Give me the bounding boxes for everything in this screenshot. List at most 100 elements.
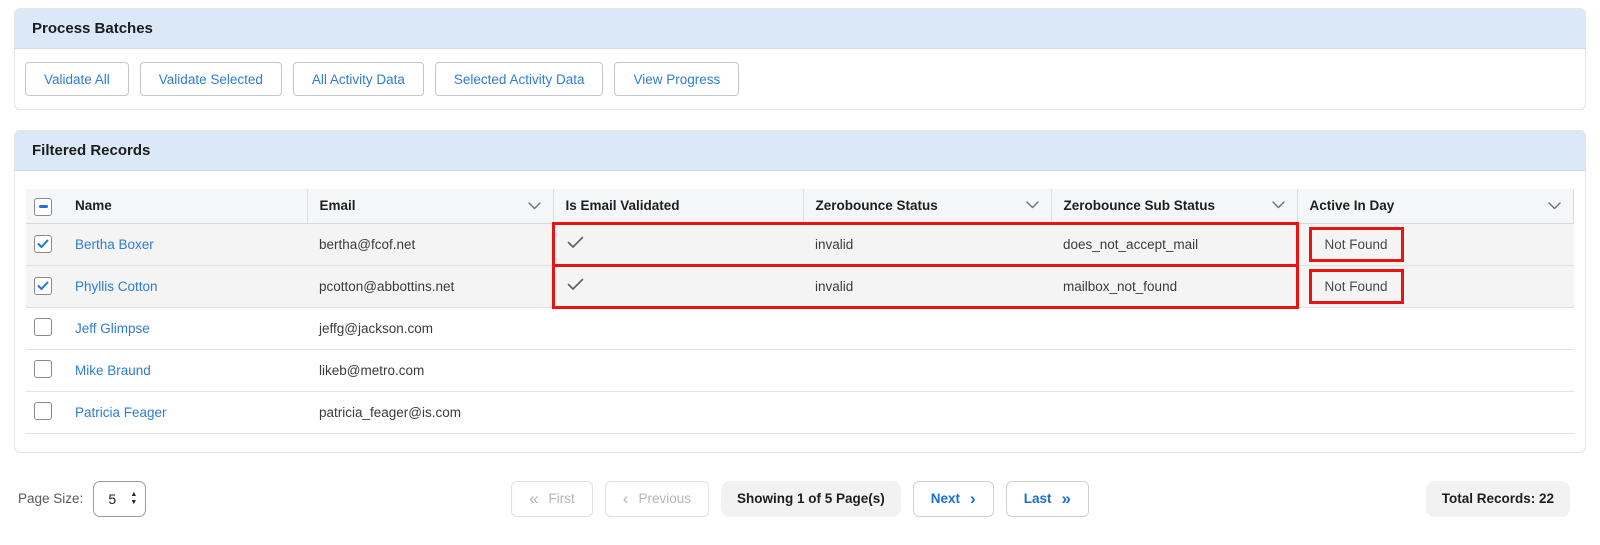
previous-page-button[interactable]: ‹ Previous bbox=[605, 481, 709, 517]
filtered-records-panel: Filtered Records Name Em bbox=[14, 130, 1586, 453]
active-in-day-value: Not Found bbox=[1309, 227, 1404, 262]
page-size-value: 5 bbox=[94, 491, 130, 507]
active-in-day-cell: Not Found bbox=[1297, 223, 1574, 265]
page-size-stepper[interactable]: 5 ▲ ▼ bbox=[93, 481, 146, 517]
name-cell: Mike Braund bbox=[63, 349, 307, 391]
column-label: Name bbox=[75, 198, 112, 213]
column-header-zerobounce-status[interactable]: Zerobounce Status bbox=[803, 189, 1051, 223]
is-email-validated-cell bbox=[553, 349, 803, 391]
records-table: Name Email Is Email Validated Zerobounce… bbox=[26, 189, 1574, 434]
record-name-link[interactable]: Jeff Glimpse bbox=[75, 321, 150, 336]
chevron-down-icon[interactable] bbox=[1026, 201, 1039, 209]
record-name-link[interactable]: Bertha Boxer bbox=[75, 237, 154, 252]
row-checkbox-cell bbox=[26, 349, 63, 391]
row-select-checkbox[interactable] bbox=[34, 318, 52, 336]
table-row: Phyllis Cotton pcotton@abbottins.net inval… bbox=[26, 265, 1574, 307]
chevron-down-icon[interactable] bbox=[1272, 201, 1285, 209]
email-cell: patricia_feager@is.com bbox=[307, 391, 553, 433]
column-header-active-in-day[interactable]: Active In Day bbox=[1297, 189, 1574, 223]
record-name-link[interactable]: Phyllis Cotton bbox=[75, 279, 158, 294]
pagination-controls: « First ‹ Previous Showing 1 of 5 Page(s… bbox=[511, 480, 1089, 518]
column-label: Active In Day bbox=[1310, 198, 1395, 213]
zerobounce-sub-status-cell bbox=[1051, 307, 1297, 349]
name-cell: Phyllis Cotton bbox=[63, 265, 307, 307]
indeterminate-mark-icon bbox=[39, 205, 48, 208]
process-button-validate-all[interactable]: Validate All bbox=[25, 62, 129, 96]
total-records-badge: Total Records: 22 bbox=[1426, 481, 1570, 517]
zerobounce-status-cell: invalid bbox=[803, 265, 1051, 307]
active-in-day-cell bbox=[1297, 307, 1574, 349]
is-email-validated-cell bbox=[553, 223, 803, 265]
last-page-label: Last bbox=[1024, 491, 1052, 506]
email-cell: pcotton@abbottins.net bbox=[307, 265, 553, 307]
filtered-records-title: Filtered Records bbox=[15, 131, 1585, 171]
email-cell: jeffg@jackson.com bbox=[307, 307, 553, 349]
pagination-bar: Page Size: 5 ▲ ▼ « First ‹ Previous Show… bbox=[14, 480, 1586, 518]
checkmark-icon bbox=[37, 281, 49, 291]
row-select-checkbox[interactable] bbox=[34, 235, 52, 253]
table-row: Jeff Glimpse jeffg@jackson.com bbox=[26, 307, 1574, 349]
row-checkbox-cell bbox=[26, 265, 63, 307]
zerobounce-status-cell bbox=[803, 349, 1051, 391]
showing-pages-status: Showing 1 of 5 Page(s) bbox=[721, 481, 901, 517]
table-header-row: Name Email Is Email Validated Zerobounce… bbox=[26, 189, 1574, 223]
record-name-link[interactable]: Patricia Feager bbox=[75, 405, 167, 420]
page-size-label: Page Size: bbox=[18, 491, 83, 506]
row-select-checkbox[interactable] bbox=[34, 360, 52, 378]
column-label: Zerobounce Status bbox=[816, 198, 938, 213]
select-all-header-cell bbox=[26, 189, 63, 223]
chevron-down-icon[interactable] bbox=[528, 202, 541, 210]
row-select-checkbox[interactable] bbox=[34, 402, 52, 420]
stepper-up-icon[interactable]: ▲ bbox=[130, 492, 137, 497]
chevron-left-icon: ‹ bbox=[623, 490, 629, 507]
next-page-label: Next bbox=[931, 491, 960, 506]
process-button-selected-activity-data[interactable]: Selected Activity Data bbox=[435, 62, 604, 96]
active-in-day-cell bbox=[1297, 391, 1574, 433]
name-cell: Bertha Boxer bbox=[63, 223, 307, 265]
table-row: Mike Braund likeb@metro.com bbox=[26, 349, 1574, 391]
process-button-view-progress[interactable]: View Progress bbox=[614, 62, 739, 96]
zerobounce-status-cell bbox=[803, 391, 1051, 433]
row-select-checkbox[interactable] bbox=[34, 277, 52, 295]
first-page-button[interactable]: « First bbox=[511, 481, 593, 517]
record-name-link[interactable]: Mike Braund bbox=[75, 363, 151, 378]
zerobounce-status-cell: invalid bbox=[803, 223, 1051, 265]
validated-check-icon bbox=[567, 278, 584, 291]
records-table-body: Bertha Boxerbertha@fcof.netinvaliddoes_n… bbox=[26, 223, 1574, 433]
zerobounce-sub-status-cell bbox=[1051, 391, 1297, 433]
zerobounce-sub-status-cell: mailbox_not_found bbox=[1051, 265, 1297, 307]
zerobounce-status-cell bbox=[803, 307, 1051, 349]
active-in-day-cell bbox=[1297, 349, 1574, 391]
stepper-down-icon[interactable]: ▼ bbox=[130, 500, 137, 505]
row-checkbox-cell bbox=[26, 307, 63, 349]
column-header-email[interactable]: Email bbox=[307, 189, 553, 223]
email-cell: likeb@metro.com bbox=[307, 349, 553, 391]
chevron-right-icon: › bbox=[970, 490, 976, 507]
process-batches-panel: Process Batches Validate All Validate Sel… bbox=[14, 8, 1586, 110]
stepper-arrows: ▲ ▼ bbox=[130, 492, 137, 505]
zerobounce-sub-status-cell: does_not_accept_mail bbox=[1051, 223, 1297, 265]
column-header-name[interactable]: Name bbox=[63, 189, 307, 223]
process-batches-body: Validate All Validate Selected All Activit… bbox=[15, 49, 1585, 109]
is-email-validated-cell bbox=[553, 265, 803, 307]
name-cell: Jeff Glimpse bbox=[63, 307, 307, 349]
column-label: Zerobounce Sub Status bbox=[1064, 198, 1216, 213]
chevron-down-icon[interactable] bbox=[1548, 202, 1561, 210]
process-button-all-activity-data[interactable]: All Activity Data bbox=[293, 62, 424, 96]
checkmark-icon bbox=[37, 239, 49, 249]
double-chevron-left-icon: « bbox=[529, 490, 538, 507]
zerobounce-sub-status-cell bbox=[1051, 349, 1297, 391]
column-header-zerobounce-sub-status[interactable]: Zerobounce Sub Status bbox=[1051, 189, 1297, 223]
filtered-records-body: Name Email Is Email Validated Zerobounce… bbox=[15, 171, 1585, 452]
table-row: Bertha Boxerbertha@fcof.netinvaliddoes_n… bbox=[26, 223, 1574, 265]
validated-check-icon bbox=[567, 236, 584, 249]
next-page-button[interactable]: Next › bbox=[913, 481, 994, 517]
active-in-day-value: Not Found bbox=[1309, 269, 1404, 304]
select-all-checkbox[interactable] bbox=[34, 198, 52, 216]
process-button-validate-selected[interactable]: Validate Selected bbox=[140, 62, 282, 96]
name-cell: Patricia Feager bbox=[63, 391, 307, 433]
double-chevron-right-icon: » bbox=[1061, 490, 1070, 507]
process-batches-title: Process Batches bbox=[15, 9, 1585, 49]
last-page-button[interactable]: Last » bbox=[1006, 481, 1089, 517]
column-header-is-email-validated[interactable]: Is Email Validated bbox=[553, 189, 803, 223]
